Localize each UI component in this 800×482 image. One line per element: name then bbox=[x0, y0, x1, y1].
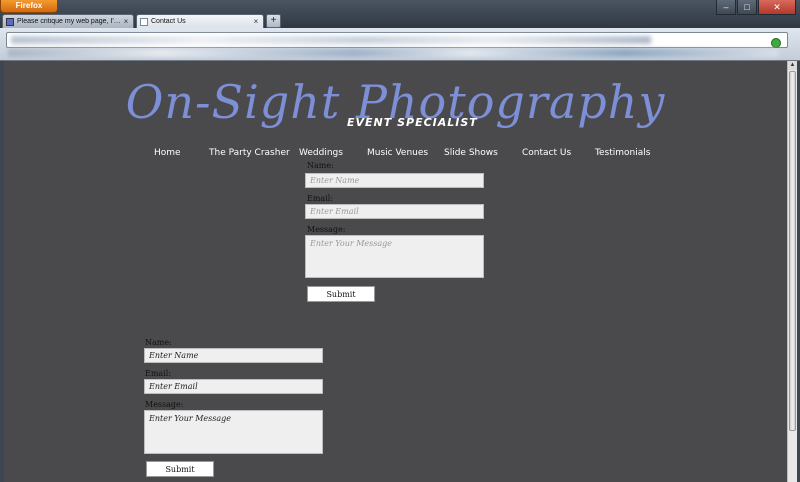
minimize-button[interactable]: – bbox=[716, 0, 736, 15]
window-controls: – □ ✕ bbox=[715, 0, 796, 15]
nav-link-contact-us[interactable]: Contact Us bbox=[522, 148, 571, 158]
nav-link-party-crasher[interactable]: The Party Crasher bbox=[209, 148, 290, 158]
addon-status-icon[interactable] bbox=[771, 38, 781, 48]
window-titlebar: Firefox – □ ✕ Please critique my web pag… bbox=[0, 0, 800, 30]
tab-close-icon[interactable]: × bbox=[252, 17, 260, 26]
submit-button[interactable]: Submit bbox=[307, 286, 375, 302]
site-logo-subtitle: EVENT SPECIALIST bbox=[347, 116, 478, 129]
scroll-up-arrow-icon[interactable]: ▲ bbox=[788, 61, 797, 70]
site-nav-menu: Home The Party Crasher Weddings Music Ve… bbox=[4, 148, 787, 160]
message-label: Message: bbox=[307, 225, 346, 234]
scrollbar-thumb[interactable] bbox=[789, 71, 796, 431]
email-label: Email: bbox=[145, 369, 172, 378]
contact-form-top: Name: Email: Message: Submit bbox=[304, 161, 494, 311]
nav-link-slide-shows[interactable]: Slide Shows bbox=[444, 148, 498, 158]
tab-close-icon[interactable]: × bbox=[122, 17, 130, 26]
page-viewport: On-Sight Photography EVENT SPECIALIST Ho… bbox=[4, 61, 787, 482]
submit-button[interactable]: Submit bbox=[146, 461, 214, 477]
email-input[interactable] bbox=[144, 379, 323, 394]
tab-forum-post[interactable]: Please critique my web page, I'm so s...… bbox=[2, 14, 134, 28]
url-bar[interactable] bbox=[6, 32, 788, 48]
message-textarea[interactable] bbox=[144, 410, 323, 454]
name-label: Name: bbox=[307, 161, 334, 170]
close-window-button[interactable]: ✕ bbox=[758, 0, 796, 15]
name-input[interactable] bbox=[305, 173, 484, 188]
contact-form-bottom: Name: Email: Message: Submit bbox=[144, 338, 334, 482]
page-favicon-icon bbox=[140, 17, 148, 26]
vertical-scrollbar[interactable]: ▲ bbox=[787, 61, 797, 482]
bookmarks-redacted bbox=[8, 49, 778, 57]
email-input[interactable] bbox=[305, 204, 484, 219]
url-text-redacted bbox=[11, 36, 651, 44]
nav-link-home[interactable]: Home bbox=[154, 148, 181, 158]
new-tab-button[interactable]: + bbox=[266, 14, 281, 28]
name-label: Name: bbox=[145, 338, 172, 347]
tab-title: Contact Us bbox=[151, 18, 186, 25]
forum-favicon-icon bbox=[6, 17, 14, 26]
nav-link-weddings[interactable]: Weddings bbox=[299, 148, 343, 158]
tab-strip: Please critique my web page, I'm so s...… bbox=[0, 12, 281, 28]
message-label: Message: bbox=[145, 400, 184, 409]
email-label: Email: bbox=[307, 194, 334, 203]
tab-title: Please critique my web page, I'm so s... bbox=[17, 18, 122, 25]
nav-link-testimonials[interactable]: Testimonials bbox=[595, 148, 650, 158]
name-input[interactable] bbox=[144, 348, 323, 363]
navigation-toolbar bbox=[0, 28, 800, 61]
nav-link-music-venues[interactable]: Music Venues bbox=[367, 148, 428, 158]
maximize-button[interactable]: □ bbox=[737, 0, 757, 15]
tab-contact-us[interactable]: Contact Us × bbox=[136, 14, 264, 28]
message-textarea[interactable] bbox=[305, 235, 484, 278]
